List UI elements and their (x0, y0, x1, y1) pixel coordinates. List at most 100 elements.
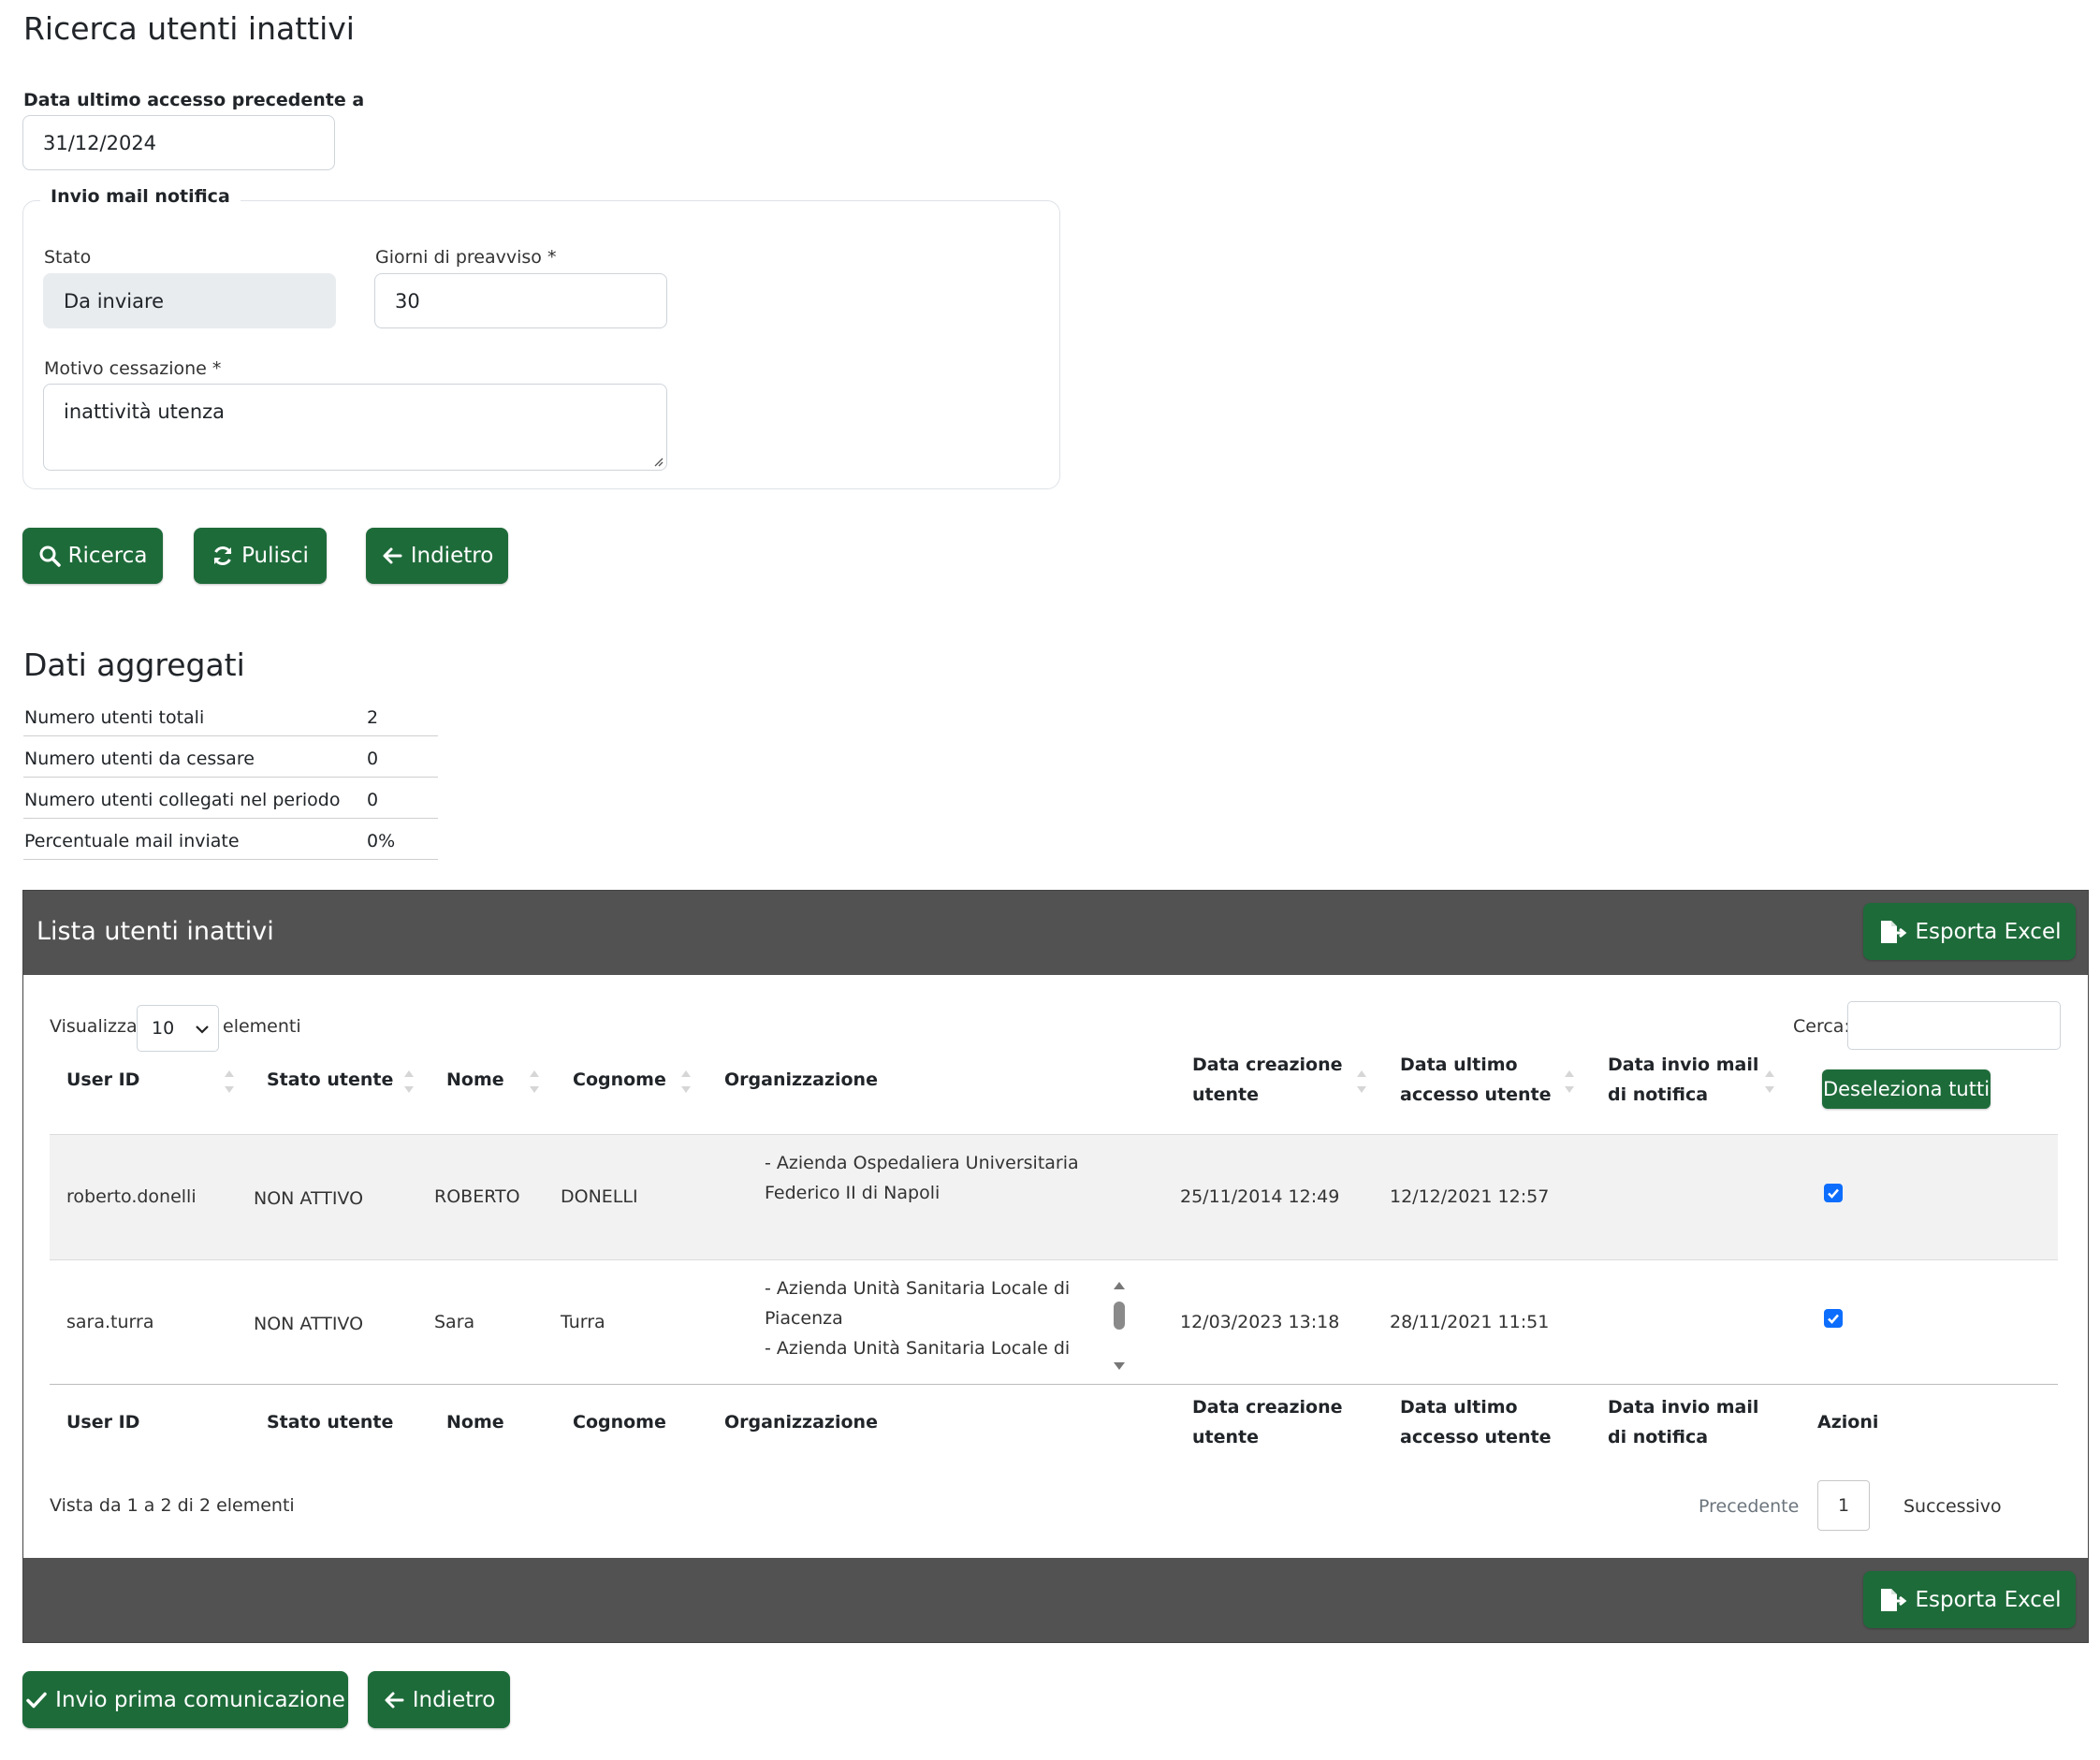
col-header-nome[interactable]: Nome (446, 1065, 504, 1095)
aggregate-row: Numero utenti da cessare 0 (23, 736, 438, 778)
foot-header-accesso: Data ultimo accesso utente (1400, 1392, 1552, 1452)
aggregate-value: 0% (367, 831, 396, 851)
file-export-icon (1880, 920, 1906, 943)
row-select-checkbox[interactable] (1824, 1184, 1843, 1202)
aggregate-label: Numero utenti totali (24, 707, 205, 728)
col-header-invio-line1: Data invio mail (1608, 1055, 1759, 1075)
col-header-creazione-line1: Data creazione (1192, 1055, 1343, 1075)
stato-label: Stato (44, 247, 92, 268)
export-excel-button-bottom[interactable]: Esporta Excel (1863, 1571, 2076, 1628)
arrow-left-icon (385, 1692, 404, 1708)
col-header-organizzazione[interactable]: Organizzazione (724, 1065, 878, 1095)
refresh-icon (213, 545, 232, 566)
giorni-value: 30 (395, 289, 420, 313)
pagination-page-1[interactable]: 1 (1817, 1480, 1870, 1531)
cell-user-id: sara.turra (66, 1312, 154, 1332)
last-access-date-value: 31/12/2024 (43, 131, 157, 154)
resize-handle-icon[interactable] (652, 456, 664, 467)
check-icon (26, 1692, 47, 1708)
foot-header-accesso-line1: Data ultimo (1400, 1397, 1518, 1418)
invio-prima-comunicazione-button[interactable]: Invio prima comunicazione (22, 1671, 348, 1728)
cell-nome: ROBERTO (434, 1186, 520, 1207)
sort-icon (680, 1065, 692, 1098)
foot-header-invio: Data invio mail di notifica (1608, 1392, 1758, 1452)
org-scroll-area[interactable]: - Azienda Unità Sanitaria Locale di Piac… (765, 1273, 1101, 1371)
table-row: roberto.donelli NON ATTIVO ROBERTO DONEL… (50, 1134, 2058, 1259)
sort-icon (1356, 1065, 1367, 1098)
cell-org-line: Piacenza (765, 1308, 843, 1329)
aggregate-label: Numero utenti collegati nel periodo (24, 790, 341, 810)
panel-header: Lista utenti inattivi Esporta Excel (23, 891, 2088, 975)
foot-header-invio-line2: di notifica (1608, 1427, 1709, 1447)
sort-icon (224, 1065, 235, 1098)
sort-icon (403, 1065, 415, 1098)
foot-header-creazione-line2: utente (1192, 1427, 1259, 1447)
cell-cognome: DONELLI (561, 1186, 638, 1207)
pagination-next[interactable]: Successivo (1903, 1498, 2002, 1516)
file-export-icon (1880, 1588, 1906, 1611)
search-icon (39, 545, 61, 567)
export-excel-button-top[interactable]: Esporta Excel (1863, 903, 2076, 960)
page-title: Ricerca utenti inattivi (23, 10, 355, 47)
cell-org-line: - Azienda Unità Sanitaria Locale di (765, 1278, 1071, 1299)
search-label: Cerca: (1793, 1016, 1850, 1037)
invio-label: Invio prima comunicazione (55, 1687, 345, 1712)
motivo-textarea[interactable]: inattività utenza (43, 384, 667, 471)
scroll-down-icon (1114, 1362, 1125, 1370)
cell-org-line: - Azienda Unità Sanitaria Locale di (765, 1338, 1071, 1359)
ricerca-label: Ricerca (67, 544, 148, 568)
cell-org-line: - Azienda Ospedaliera Universitaria (765, 1153, 1079, 1173)
col-header-invio[interactable]: Data invio mail di notifica (1608, 1050, 1758, 1110)
show-label: Visualizza (50, 1016, 138, 1037)
motivo-label: Motivo cessazione * (44, 358, 222, 379)
indietro-button-bottom[interactable]: Indietro (368, 1671, 510, 1728)
cell-accesso: 28/11/2021 11:51 (1390, 1312, 1550, 1332)
sort-icon (1764, 1065, 1775, 1098)
panel-footer: Esporta Excel (23, 1558, 2088, 1642)
elements-label: elementi (223, 1016, 301, 1037)
col-header-accesso-line1: Data ultimo (1400, 1055, 1518, 1075)
org-scrollbar[interactable] (1111, 1279, 1128, 1373)
check-icon (1828, 1188, 1839, 1199)
col-header-cognome[interactable]: Cognome (573, 1065, 666, 1095)
chevron-down-icon (196, 1025, 209, 1034)
aggregate-value: 2 (367, 707, 379, 728)
cell-user-id: roberto.donelli (66, 1186, 197, 1207)
cell-creazione: 25/11/2014 12:49 (1180, 1186, 1340, 1207)
col-header-accesso[interactable]: Data ultimo accesso utente (1400, 1050, 1552, 1110)
col-header-stato[interactable]: Stato utente (267, 1065, 393, 1095)
aggregate-label: Percentuale mail inviate (24, 831, 240, 851)
table-row: sara.turra NON ATTIVO Sara Turra - Azien… (50, 1259, 2058, 1385)
aggregate-row: Numero utenti collegati nel periodo 0 (23, 778, 438, 819)
foot-header-azioni: Azioni (1817, 1412, 1879, 1433)
pagination-previous[interactable]: Precedente (1699, 1498, 1799, 1516)
export-excel-label: Esporta Excel (1915, 1587, 2062, 1612)
pulisci-button[interactable]: Pulisci (194, 528, 327, 584)
giorni-preavviso-input[interactable]: 30 (374, 273, 667, 328)
cell-nome: Sara (434, 1312, 475, 1332)
row-select-checkbox[interactable] (1824, 1309, 1843, 1328)
indietro-label: Indietro (412, 1687, 496, 1712)
col-header-user-id[interactable]: User ID (66, 1065, 139, 1095)
cell-creazione: 12/03/2023 13:18 (1180, 1312, 1340, 1332)
col-header-creazione[interactable]: Data creazione utente (1192, 1050, 1343, 1110)
giorni-label: Giorni di preavviso * (375, 247, 557, 268)
motivo-value: inattività utenza (64, 400, 226, 423)
foot-header-accesso-line2: accesso utente (1400, 1427, 1552, 1447)
deselect-all-button[interactable]: Deseleziona tutti (1822, 1069, 1991, 1109)
aggregate-row: Numero utenti totali 2 (23, 695, 438, 736)
aggregate-row: Percentuale mail inviate 0% (23, 819, 438, 860)
ricerca-button[interactable]: Ricerca (22, 528, 163, 584)
table-search-input[interactable] (1847, 1001, 2061, 1050)
foot-header-user-id: User ID (66, 1412, 140, 1433)
foot-header-nome: Nome (446, 1412, 504, 1433)
last-access-date-input[interactable]: 31/12/2024 (22, 115, 335, 170)
indietro-button[interactable]: Indietro (366, 528, 508, 584)
page-size-select[interactable]: 10 (137, 1005, 219, 1052)
scrollbar-thumb[interactable] (1114, 1302, 1125, 1330)
notification-legend: Invio mail notifica (40, 188, 241, 206)
stato-value: Da inviare (64, 289, 165, 313)
cell-accesso: 12/12/2021 12:57 (1390, 1186, 1550, 1207)
scroll-up-icon (1114, 1282, 1125, 1289)
pagination-current: 1 (1837, 1495, 1850, 1516)
